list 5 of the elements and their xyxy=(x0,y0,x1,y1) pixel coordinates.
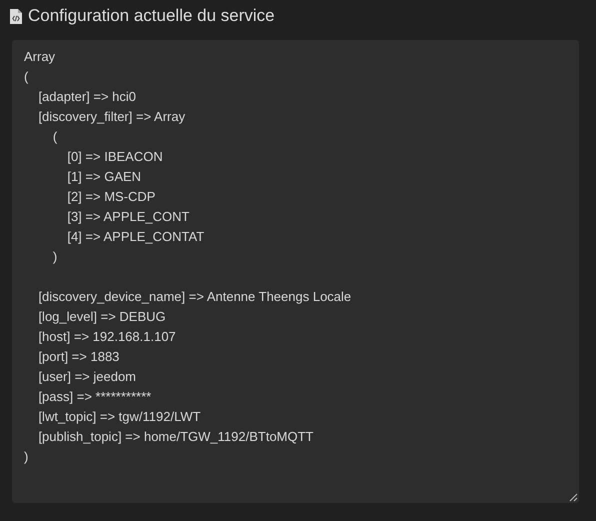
section-title: Configuration actuelle du service xyxy=(28,5,275,28)
config-text: Array ( [adapter] => hci0 [discovery_filter] => Array ( [0] => IBEACON [1] => GAEN [2] => MS-CDP [3] => APPLE_CONT [4] => APPLE_CONTAT ) [discovery_device_name] => Antenne Theengs Locale [log_level] => DEBUG [host] => 192.168.1.107 [port] => 1883 [user] => jeedom [pass] => *********** [lwt_topic] => tgw/1192/LWT [publish_topic] => home/TGW_1192/BTtoMQTT ) xyxy=(24,48,352,466)
config-text-area[interactable] xyxy=(12,40,579,503)
code-file-icon xyxy=(10,8,22,24)
resize-handle-icon[interactable] xyxy=(569,493,578,502)
